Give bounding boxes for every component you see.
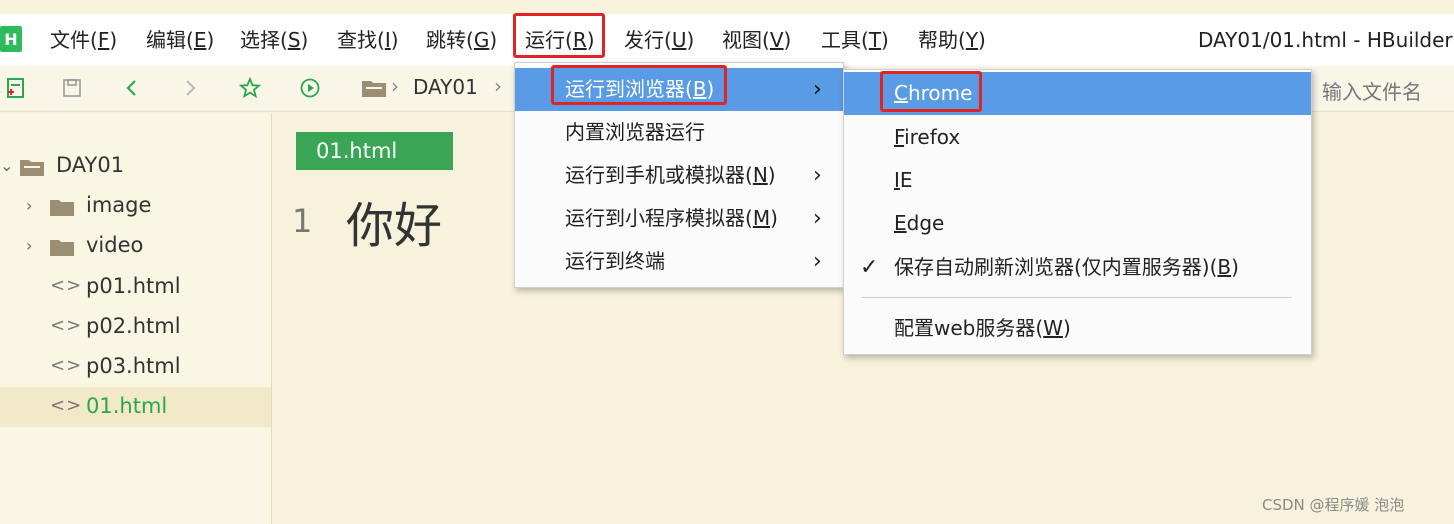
chevron-right-icon[interactable]: › bbox=[26, 196, 32, 215]
run-to-browser-item[interactable]: 运行到浏览器(B) › bbox=[515, 68, 843, 111]
save-icon[interactable] bbox=[58, 74, 86, 102]
editor-tab[interactable]: 01.html bbox=[296, 132, 453, 170]
configure-web-server-item[interactable]: 配置web服务器(W) bbox=[844, 307, 1311, 350]
menu-bar: H 文件(F) 编辑(E) 选择(S) 查找(I) 跳转(G) 运行(R) 发行… bbox=[0, 14, 1454, 66]
browser-submenu: Chrome Firefox IE Edge ✓ 保存自动刷新浏览器(仅内置服务… bbox=[843, 69, 1312, 355]
run-to-terminal-item[interactable]: 运行到终端 › bbox=[515, 240, 843, 283]
run-to-miniprogram-item[interactable]: 运行到小程序模拟器(M) › bbox=[515, 197, 843, 240]
forward-icon[interactable] bbox=[176, 74, 204, 102]
breadcrumb-folder-icon bbox=[362, 81, 386, 97]
run-menu-dropdown: 运行到浏览器(B) › 内置浏览器运行 运行到手机或模拟器(N) › 运行到小程… bbox=[514, 62, 844, 288]
breadcrumb-separator-icon: › bbox=[391, 74, 399, 98]
menu-goto[interactable]: 跳转(G) bbox=[426, 14, 497, 66]
menu-find[interactable]: 查找(I) bbox=[337, 14, 399, 66]
checkmark-icon: ✓ bbox=[860, 255, 879, 280]
back-icon[interactable] bbox=[118, 74, 146, 102]
line-number: 1 bbox=[292, 202, 313, 240]
edge-item[interactable]: Edge bbox=[844, 202, 1311, 245]
menu-separator bbox=[862, 297, 1292, 298]
tree-item-p01[interactable]: <> p01.html bbox=[0, 267, 271, 307]
folder-icon bbox=[50, 200, 74, 216]
chevron-right-icon: › bbox=[813, 206, 822, 231]
file-search-input[interactable]: 输入文件名 bbox=[1322, 76, 1422, 105]
star-icon[interactable] bbox=[236, 74, 264, 102]
chrome-item[interactable]: Chrome bbox=[844, 72, 1311, 115]
breadcrumb[interactable]: DAY01 bbox=[413, 75, 478, 99]
tree-item-video[interactable]: › video bbox=[0, 226, 271, 266]
chevron-right-icon: › bbox=[813, 77, 822, 102]
ie-item[interactable]: IE bbox=[844, 159, 1311, 202]
html-file-icon: <> bbox=[50, 395, 83, 416]
menu-view[interactable]: 视图(V) bbox=[722, 14, 791, 66]
app-logo-icon: H bbox=[0, 26, 22, 52]
menu-publish[interactable]: 发行(U) bbox=[624, 14, 694, 66]
tree-item-image[interactable]: › image bbox=[0, 186, 271, 226]
tree-item-01-active[interactable]: <> 01.html bbox=[0, 387, 271, 427]
menu-tools[interactable]: 工具(T) bbox=[821, 14, 889, 66]
tree-item-p02[interactable]: <> p02.html bbox=[0, 307, 271, 347]
auto-refresh-item[interactable]: ✓ 保存自动刷新浏览器(仅内置服务器)(B) bbox=[844, 246, 1311, 289]
new-file-icon[interactable] bbox=[2, 74, 30, 102]
firefox-item[interactable]: Firefox bbox=[844, 116, 1311, 159]
html-file-icon: <> bbox=[50, 355, 83, 376]
menu-select[interactable]: 选择(S) bbox=[240, 14, 308, 66]
folder-icon bbox=[50, 240, 74, 256]
menu-run[interactable]: 运行(R) bbox=[525, 14, 595, 66]
chevron-right-icon[interactable]: › bbox=[26, 236, 32, 255]
html-file-icon: <> bbox=[50, 315, 83, 336]
builtin-browser-run-item[interactable]: 内置浏览器运行 bbox=[515, 111, 843, 154]
folder-open-icon bbox=[20, 160, 44, 176]
menu-file[interactable]: 文件(F) bbox=[50, 14, 117, 66]
html-file-icon: <> bbox=[50, 275, 83, 296]
code-line[interactable]: 你好 bbox=[346, 186, 442, 256]
chevron-down-icon[interactable]: ⌄ bbox=[0, 156, 13, 175]
menu-edit[interactable]: 编辑(E) bbox=[146, 14, 214, 66]
window-title: DAY01/01.html - HBuilder bbox=[1198, 28, 1453, 52]
chevron-right-icon: › bbox=[813, 163, 822, 188]
tree-item-day01[interactable]: ⌄ DAY01 bbox=[0, 146, 271, 186]
menu-help[interactable]: 帮助(Y) bbox=[918, 14, 986, 66]
chevron-right-icon: › bbox=[813, 249, 822, 274]
run-icon[interactable] bbox=[296, 74, 324, 102]
run-to-phone-item[interactable]: 运行到手机或模拟器(N) › bbox=[515, 154, 843, 197]
breadcrumb-separator-icon: › bbox=[494, 74, 502, 98]
watermark: CSDN @程序媛 泡泡 bbox=[1262, 496, 1405, 514]
project-explorer: ⌄ DAY01 › image › video <> p01.html <> p… bbox=[0, 113, 272, 524]
tree-item-p03[interactable]: <> p03.html bbox=[0, 347, 271, 387]
